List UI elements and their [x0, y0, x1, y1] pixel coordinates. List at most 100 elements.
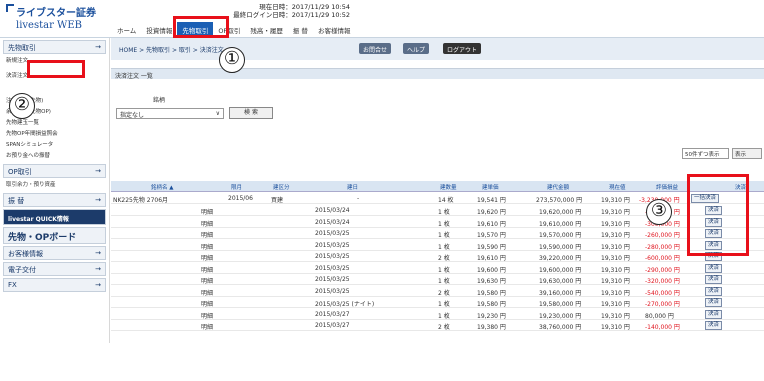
- settle-button[interactable]: 決済: [705, 321, 723, 330]
- table-row: 明細 2015/03/25 (ナイト) 1 枚 19,580 円 19,580,000 …: [111, 297, 764, 308]
- sidebar-head-futures[interactable]: 先物取引 →: [3, 40, 106, 54]
- cell-side: 買建: [271, 197, 284, 204]
- sidebar-head-transfer[interactable]: 振 替 →: [3, 193, 106, 207]
- display-button[interactable]: 表示: [732, 148, 762, 159]
- sidebar-item-deposit-transfer[interactable]: お預り金への振替: [0, 151, 109, 162]
- sidebar-item-span-sim[interactable]: SPANシミュレータ: [0, 140, 109, 151]
- sidebar-quick-info[interactable]: livestar QUICK情報: [3, 209, 106, 225]
- cell-current: 19,310 円: [601, 209, 630, 216]
- cell-amount: 19,570,000 円: [539, 232, 582, 239]
- breadcrumb: HOME > 先物取引 > 取引 > 決済注文: [111, 38, 764, 60]
- cell-label: 明細: [201, 289, 214, 297]
- annotation-3: ③: [646, 199, 672, 225]
- col-name[interactable]: 銘柄名 ▲: [151, 183, 173, 191]
- annotation-2: ②: [9, 93, 35, 119]
- logout-button[interactable]: ログアウト: [443, 43, 482, 54]
- top-bar: ライブスター証券 livestar WEB 現在日時：2017/11/29 10…: [0, 0, 764, 38]
- sidebar-head-edelivery[interactable]: 電子交付 →: [3, 262, 106, 276]
- symbol-select[interactable]: 指定なし ∨: [116, 108, 224, 119]
- col-date: 建日: [347, 185, 359, 191]
- cell-qty: 1 枚: [438, 266, 450, 274]
- page-subtitle: 決済注文 一覧: [111, 68, 764, 80]
- cell-qty: 1 枚: [438, 220, 450, 228]
- sidebar-head-options[interactable]: OP取引 →: [3, 164, 106, 178]
- settle-button[interactable]: 決済: [705, 298, 723, 307]
- table-row: 明細 2015/03/27 2 枚 19,380 円 38,760,000 円 19,31…: [111, 320, 764, 331]
- highlight-futures-tab: [173, 16, 229, 38]
- col-price: 建単価: [482, 185, 499, 191]
- cell-current: 19,310 円: [601, 324, 630, 331]
- col-pl: 評価損益: [656, 185, 679, 191]
- cell-date: 2015/03/24: [315, 207, 350, 214]
- cell-qty: 2 枚: [438, 255, 450, 262]
- sidebar-head-label: 先物取引: [8, 44, 36, 52]
- settle-button[interactable]: 決済: [705, 309, 723, 319]
- main-nav: ホーム 投資情報 先物取引 OP取引 残高・履歴 振 替 お客様情報: [112, 22, 355, 37]
- page-size-select[interactable]: 50件ずつ表示: [682, 148, 729, 159]
- table-row: 明細 2015/03/25 1 枚 19,630 円 19,630,000 円 19,31…: [111, 274, 764, 285]
- cell-pl: -320,000 円: [645, 278, 680, 285]
- sidebar-item-positions[interactable]: 先物建玉一覧: [0, 118, 109, 129]
- nav-home[interactable]: ホーム: [112, 22, 141, 37]
- sidebar-head-fx[interactable]: FX →: [3, 278, 106, 292]
- cell-current: 19,310 円: [601, 232, 630, 239]
- sidebar: 先物取引→ 新規注文 決済注文 注文照会(先物) 余力照会(先物OP) 先物建玉…: [0, 38, 110, 343]
- cell-qty: 2 枚: [438, 324, 450, 331]
- cell-current: 19,310 円: [601, 243, 630, 251]
- cell-qty: 1 枚: [438, 209, 450, 216]
- settle-button[interactable]: 決済: [705, 275, 723, 284]
- current-time: 現在日時：2017/11/29 10:54: [259, 3, 350, 11]
- help-button[interactable]: ヘルプ: [403, 43, 430, 54]
- cell-label: 明細: [201, 312, 214, 320]
- cell-pl: -270,000 円: [645, 301, 680, 308]
- cell-label: 明細: [201, 220, 214, 228]
- arrow-right-icon: →: [95, 43, 101, 51]
- cell-qty: 14 枚: [438, 197, 454, 204]
- col-qty: 建数量: [440, 185, 457, 191]
- filter-label: 銘柄: [153, 97, 166, 104]
- nav-transfer[interactable]: 振 替: [288, 22, 313, 37]
- logo-top-text: ライブスター証券: [16, 8, 96, 19]
- cell-price: 19,580 円: [477, 301, 506, 308]
- cell-qty: 2 枚: [438, 289, 450, 297]
- nav-customer-info[interactable]: お客様情報: [313, 22, 356, 37]
- cell-qty: 1 枚: [438, 243, 450, 251]
- table-row: 明細 2015/03/27 1 枚 19,230 円 19,230,000 円 19,31…: [111, 309, 764, 320]
- cell-current: 19,310 円: [601, 301, 630, 308]
- cell-qty: 1 枚: [438, 278, 450, 285]
- cell-amount: 19,580,000 円: [539, 301, 582, 308]
- cell-price: 19,590 円: [477, 243, 506, 251]
- table-header: 銘柄名 ▲ 限月 建区分 建日 建数量 建単価 建代金額 現在値 評価損益 決済: [111, 181, 764, 192]
- last-login-time: 最終ログイン日時：2017/11/29 10:52: [233, 11, 350, 19]
- cell-date: -: [357, 195, 360, 202]
- sidebar-head-customer[interactable]: お客様情報 →: [3, 246, 106, 260]
- cell-current: 19,310 円: [601, 255, 630, 262]
- inquiry-button[interactable]: お問合せ: [359, 43, 392, 54]
- sidebar-head-label: お客様情報: [8, 250, 43, 258]
- cell-date: 2015/03/25: [315, 241, 350, 249]
- cell-amount: 39,220,000 円: [539, 255, 582, 262]
- cell-price: 19,230 円: [477, 312, 506, 320]
- sidebar-futures-op-board[interactable]: 先物・OPボード: [3, 227, 106, 244]
- timestamps: 現在日時：2017/11/29 10:54 最終ログイン日時：2017/11/2…: [215, 3, 350, 19]
- nav-investment-info[interactable]: 投資情報: [141, 22, 177, 37]
- cell-date: 2015/03/24: [315, 218, 350, 226]
- cell-label: 明細: [201, 278, 214, 285]
- col-side: 建区分: [273, 185, 290, 191]
- cell-price: 19,380 円: [477, 324, 506, 331]
- sidebar-head-label: FX: [8, 281, 17, 289]
- logo[interactable]: ライブスター証券 livestar WEB: [6, 4, 116, 34]
- sidebar-item-margin-assets[interactable]: 取引余力・預り資産: [0, 180, 109, 191]
- cell-amount: 19,600,000 円: [539, 266, 582, 274]
- logo-bottom-text: livestar WEB: [16, 20, 82, 31]
- table-row: 明細 2015/03/25 2 枚 19,580 円 39,160,000 円 19,31…: [111, 286, 764, 297]
- settle-button[interactable]: 決済: [705, 263, 723, 273]
- sidebar-item-annual-pl[interactable]: 先物OP年間損益照会: [0, 129, 109, 140]
- settle-button[interactable]: 決済: [705, 286, 723, 296]
- cell-current: 19,310 円: [601, 289, 630, 297]
- nav-balance-history[interactable]: 残高・履歴: [245, 22, 288, 37]
- search-button[interactable]: 検 索: [229, 107, 273, 119]
- cell-pl: -260,000 円: [645, 232, 680, 239]
- cell-amount: 19,610,000 円: [539, 220, 582, 228]
- cell-pl: 80,000 円: [645, 312, 674, 320]
